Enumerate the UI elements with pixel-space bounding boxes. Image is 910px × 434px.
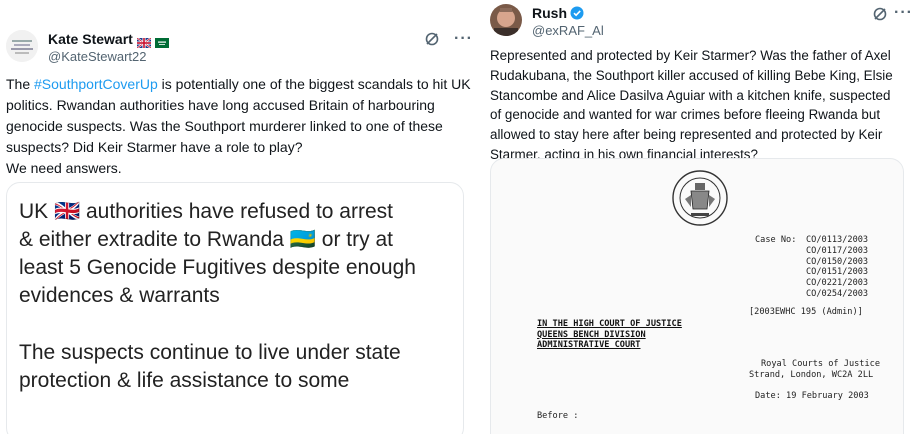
saudi-flag-icon — [154, 34, 169, 48]
court-line: QUEENS BENCH DIVISION — [537, 329, 646, 340]
left-tweet: Kate Stewart @KateStewart22 ··· The #Sou… — [0, 0, 474, 434]
venue-line: Strand, London, WC2A 2LL — [749, 370, 874, 380]
uk-flag-icon — [136, 34, 152, 49]
case-number: CO/0150/2003 — [806, 256, 869, 267]
case-number-list: CO/0113/2003 CO/0117/2003 CO/0150/2003 C… — [756, 235, 868, 300]
court-line: IN THE HIGH COURT OF JUSTICE — [537, 319, 682, 329]
case-number: CO/0113/2003 — [806, 235, 869, 245]
image-text-line: The suspects continue to live under stat… — [19, 341, 401, 364]
verified-icon — [570, 6, 584, 20]
image-text-line: evidences & warrants — [19, 284, 220, 307]
author-name[interactable]: Kate Stewart — [48, 30, 133, 48]
right-tweet-header: Rush @exRAF_Al — [490, 4, 604, 40]
tweet-image-card[interactable]: UK 🇬🇧 authorities have refused to arrest… — [6, 182, 464, 434]
image-text-line: UK 🇬🇧 authorities have refused to arrest — [19, 200, 393, 223]
court-heading: IN THE HIGH COURT OF JUSTICE QUEENS BENC… — [537, 319, 682, 351]
author-handle[interactable]: @exRAF_Al — [532, 22, 604, 40]
kate-avatar[interactable] — [6, 30, 38, 62]
citation: [2003EWHC 195 (Admin)] — [749, 307, 863, 317]
more-icon[interactable]: ··· — [454, 31, 473, 47]
court-line: ADMINISTRATIVE COURT — [537, 340, 641, 351]
royal-seal — [672, 170, 728, 226]
case-number: CO/0151/2003 — [806, 267, 869, 278]
rush-avatar[interactable] — [490, 4, 522, 36]
grok-icon[interactable] — [424, 31, 440, 47]
left-tweet-header: Kate Stewart @KateStewart22 — [6, 30, 169, 66]
case-number: CO/0254/2003 — [806, 288, 869, 299]
hashtag-link[interactable]: #SouthportCoverUp — [34, 76, 158, 92]
tweet-text-part: The — [6, 76, 35, 92]
author-name[interactable]: Rush — [532, 4, 567, 22]
judgment-date: Date: 19 February 2003 — [755, 391, 869, 401]
case-number: CO/0221/2003 — [806, 278, 869, 289]
author-handle[interactable]: @KateStewart22 — [48, 48, 169, 66]
left-tweet-text: The #SouthportCoverUp is potentially one… — [6, 74, 472, 179]
case-number: CO/0117/2003 — [806, 245, 869, 256]
more-icon[interactable]: ··· — [894, 5, 910, 21]
right-tweet: Rush @exRAF_Al ··· Represented and prote… — [478, 0, 910, 434]
image-text-line: least 5 Genocide Fugitives despite enoug… — [19, 256, 416, 279]
image-text-line: & either extradite to Rwanda 🇷🇼 or try a… — [19, 228, 393, 251]
grok-icon[interactable] — [872, 6, 888, 22]
tweet-document-image[interactable]: Case No: CO/0113/2003 CO/0117/2003 CO/01… — [490, 158, 904, 434]
image-text-line: protection & life assistance to some — [19, 369, 350, 392]
venue-line: Royal Courts of Justice — [761, 359, 880, 369]
right-tweet-text: Represented and protected by Keir Starme… — [490, 48, 893, 162]
tweet-text-part: We need answers. — [6, 160, 122, 176]
before-label: Before : — [537, 411, 579, 421]
